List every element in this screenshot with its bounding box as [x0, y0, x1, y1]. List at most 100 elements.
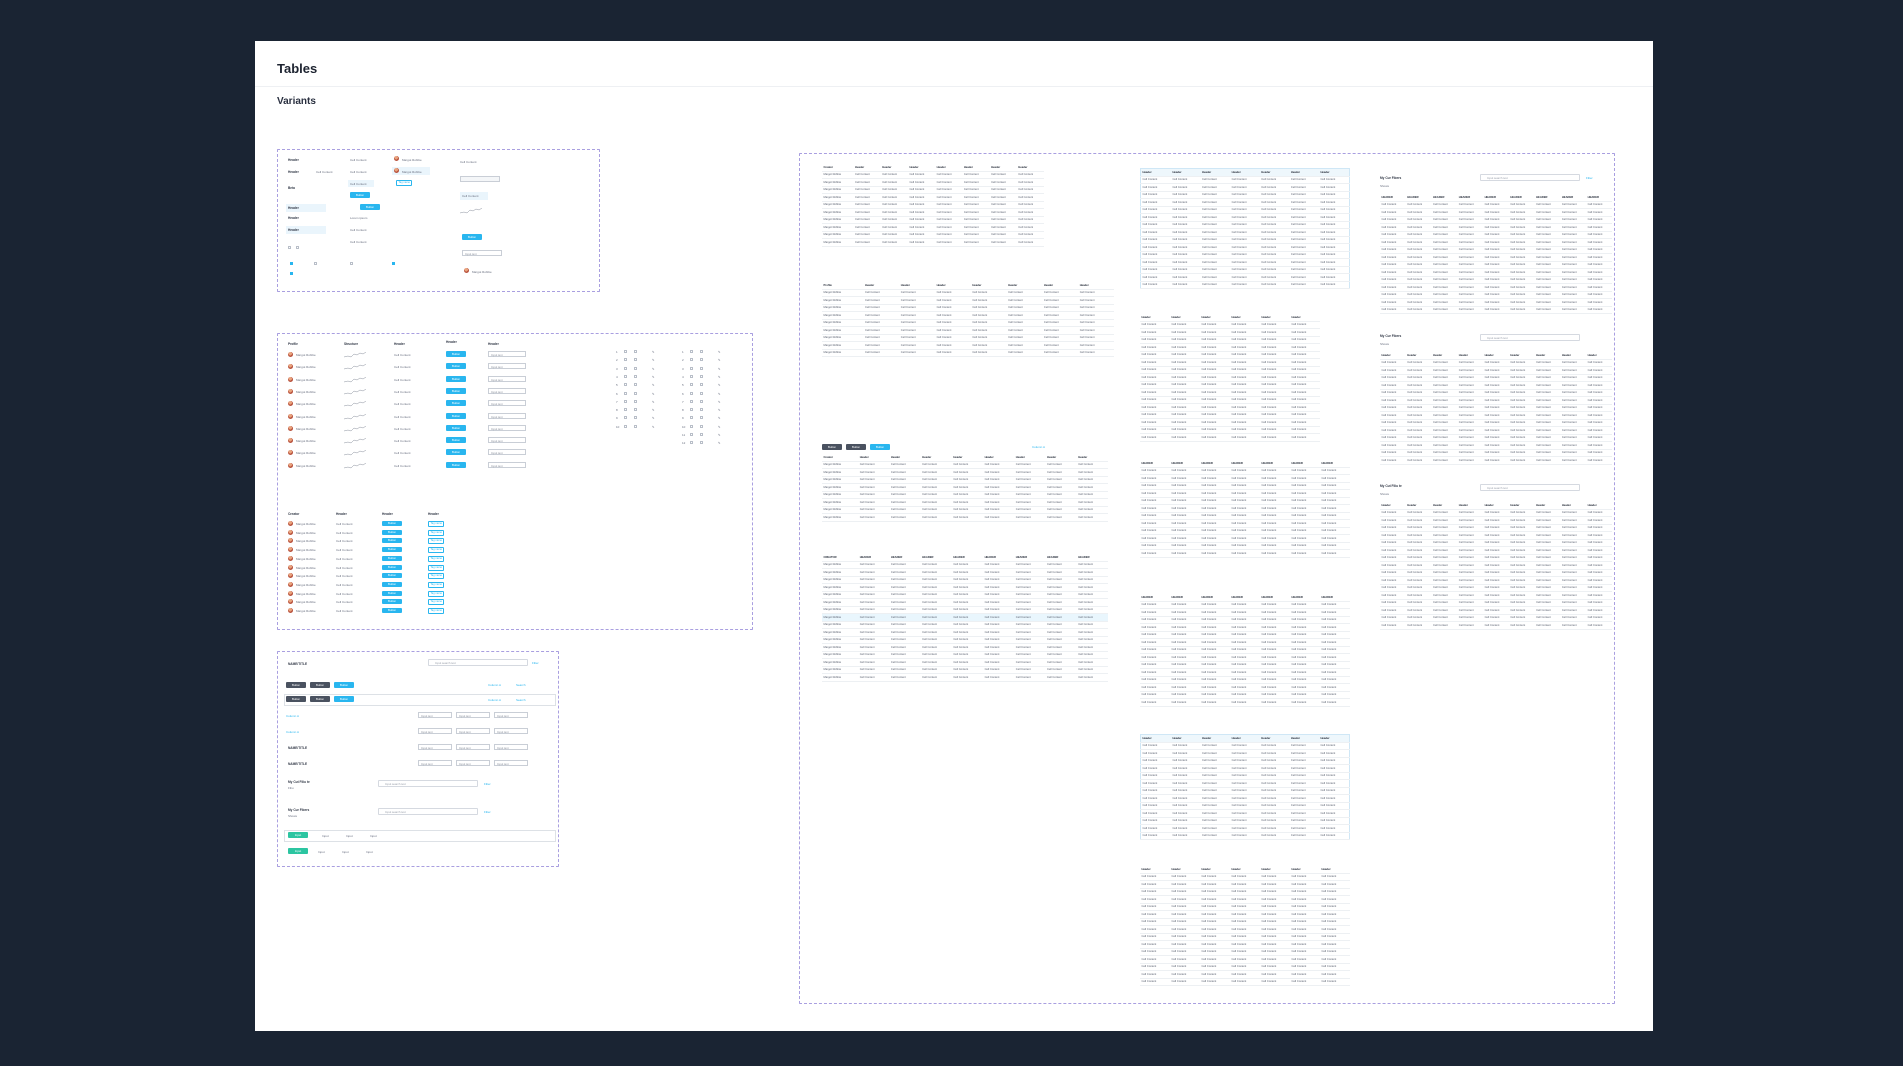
table-row[interactable]: Cell Content Cell Content Cell Content Cell…	[1140, 221, 1350, 229]
table-row[interactable]: Margot Robbie Cell Content Cell Content Cel…	[822, 289, 1114, 297]
table-row[interactable]: Cell Content Cell Content Cell Content Cell…	[1140, 918, 1350, 926]
edit-icon[interactable]: ✎	[718, 375, 721, 379]
table-row[interactable]: Cell Content Cell Content Cell Content Cell…	[1140, 764, 1350, 773]
table-row[interactable]: Cell Content Cell Content Cell Content Cell…	[1380, 509, 1612, 517]
column-header[interactable]: HEADER	[1200, 594, 1230, 602]
table-row[interactable]: Cell Content Cell Content Cell Content Cell…	[1140, 749, 1350, 758]
table-row[interactable]: Margot Robbie Cell Content Cell Content Cel…	[822, 304, 1114, 312]
column-header[interactable]: Header	[1045, 454, 1077, 462]
table-row[interactable]: Cell Content Cell Content Cell Content Cell…	[1140, 691, 1350, 699]
checkbox-icon[interactable]	[690, 374, 693, 378]
column-header[interactable]: HEADER	[1483, 194, 1509, 202]
table-row[interactable]: Cell Content Cell Content Cell Content Cell…	[1140, 653, 1350, 662]
column-header[interactable]: Header	[1170, 314, 1200, 322]
search-filter-link[interactable]: Search	[516, 698, 526, 702]
table-row[interactable]: Margot Robbie Cell Content Cell Content Cel…	[822, 296, 1114, 305]
column-header[interactable]: Header	[1170, 734, 1201, 743]
table-row[interactable]: Margot Robbie Cell Content Cell Content Cel…	[822, 223, 1044, 232]
input-field[interactable]: Input text	[488, 412, 526, 419]
checkbox-icon[interactable]	[296, 246, 299, 249]
input-field[interactable]: Input text	[488, 387, 526, 394]
checkbox-icon[interactable]	[690, 424, 693, 428]
checkbox-icon[interactable]	[634, 366, 637, 370]
table-row[interactable]: Cell Content Cell Content Cell Content Cell…	[1380, 238, 1612, 247]
table-row[interactable]: Cell Content Cell Content Cell Content Cell…	[1140, 381, 1320, 389]
table-row[interactable]: Margot Robbie Cell Content Cell Content Cel…	[822, 606, 1108, 614]
table-row[interactable]: Cell Content Cell Content Cell Content Cell…	[1380, 569, 1612, 577]
table-row[interactable]: Margot Robbie Cell Content Cell Content Cel…	[822, 349, 1114, 357]
table-row[interactable]: Cell Content Cell Content Cell Content Cell…	[1140, 213, 1350, 222]
table-row[interactable]: Cell Content Cell Content Cell Content Cell…	[1140, 638, 1350, 647]
column-header[interactable]: Profile	[822, 282, 864, 290]
column-header[interactable]: HEADER	[1431, 194, 1458, 202]
edit-icon[interactable]: ✎	[718, 416, 721, 420]
table-row[interactable]: Cell Content Cell Content Cell Content Cell…	[1140, 482, 1350, 490]
tag-badge[interactable]: Tag name	[428, 538, 445, 545]
table-row[interactable]: Margot Robbie Cell Content Cell Content Cel…	[822, 468, 1108, 477]
table-row[interactable]: Cell Content Cell Content Cell Content Cell…	[1380, 606, 1612, 615]
search-input[interactable]: Input search text	[378, 780, 478, 787]
table-row[interactable]: Cell Content Cell Content Cell Content Cell…	[1140, 504, 1350, 513]
button[interactable]: Button	[382, 573, 402, 579]
table-row[interactable]: Cell Content Cell Content Cell Content Cell…	[1140, 251, 1350, 259]
table-row[interactable]: Cell Content Cell Content Cell Content Cell…	[1140, 832, 1350, 840]
button[interactable]: Button	[350, 192, 370, 198]
column-header[interactable]: HEADER	[1140, 460, 1170, 468]
button[interactable]: Button	[446, 387, 466, 394]
checkbox-icon[interactable]	[690, 416, 693, 420]
table-row[interactable]: Cell Content Cell Content Cell Content Cell…	[1380, 516, 1612, 525]
table-row[interactable]: Cell Content Cell Content Cell Content Cell…	[1140, 601, 1350, 609]
table-row[interactable]: Cell Content Cell Content Cell Content Cell…	[1140, 970, 1350, 979]
column-header[interactable]: Header	[1560, 352, 1587, 360]
tag-badge[interactable]: Tag name	[428, 573, 445, 580]
column-header[interactable]: Header	[889, 454, 921, 462]
column-header[interactable]: Header	[1200, 866, 1230, 874]
table-row[interactable]: Cell Content Cell Content Cell Content Cell…	[1140, 183, 1350, 192]
input-field[interactable]: Input text	[494, 728, 528, 734]
table-row[interactable]: Margot Robbie Cell Content Cell Content Cel…	[822, 628, 1108, 637]
checkbox-icon[interactable]	[690, 433, 693, 436]
column-header[interactable]: Header	[1140, 314, 1170, 322]
checkbox-icon[interactable]	[690, 383, 693, 387]
input-field-disabled[interactable]	[460, 176, 500, 182]
checkbox-icon[interactable]	[624, 350, 627, 353]
table-row[interactable]: Cell Content Cell Content Cell Content Cell…	[1140, 549, 1350, 558]
table-row[interactable]: Cell Content Cell Content Cell Content Cell…	[1140, 646, 1350, 654]
edit-icon[interactable]: ✎	[718, 400, 721, 404]
table-row[interactable]: Cell Content Cell Content Cell Content Cell…	[1140, 527, 1350, 535]
table-row[interactable]: Margot Robbie Cell Content Cell Content Cel…	[822, 201, 1044, 209]
table-row[interactable]: Cell Content Cell Content Cell Content Cell…	[1380, 554, 1612, 562]
table-row[interactable]: Margot Robbie Cell Content Cell Content Cel…	[822, 568, 1108, 577]
table-row[interactable]: Cell Content Cell Content Cell Content Cell…	[1140, 258, 1350, 267]
column-header[interactable]: HEADER	[1290, 460, 1320, 468]
checkbox-icon[interactable]	[624, 374, 627, 378]
edit-icon[interactable]: ✎	[718, 433, 721, 437]
table-row[interactable]: Cell Content Cell Content Cell Content Cell…	[1140, 426, 1320, 434]
table-row[interactable]: Cell Content Cell Content Cell Content Cell…	[1140, 698, 1350, 707]
table-row[interactable]: Cell Content Cell Content Cell Content Cell…	[1380, 291, 1612, 299]
table-row[interactable]: Cell Content Cell Content Cell Content Cell…	[1380, 546, 1612, 555]
input-field[interactable]: Input text	[494, 744, 528, 750]
input-field[interactable]: Input text	[456, 744, 490, 750]
column-header[interactable]: Header	[1289, 734, 1319, 743]
column-header[interactable]: Header	[880, 164, 908, 172]
table-row[interactable]: Cell Content Cell Content Cell Content Cell…	[1380, 201, 1612, 209]
search-input[interactable]: Input search text	[378, 808, 478, 815]
edit-icon[interactable]: ✎	[652, 392, 655, 396]
table-row[interactable]: Cell Content Cell Content Cell Content Cell…	[1140, 683, 1350, 692]
column-header[interactable]: HEADER	[1534, 194, 1561, 202]
column-header[interactable]: HEADER	[889, 554, 921, 562]
checkbox-icon[interactable]	[350, 262, 353, 265]
table-row[interactable]: Margot Robbie Cell Content Cell Content Cel…	[822, 673, 1108, 682]
column-header[interactable]: Header	[935, 164, 963, 172]
filter-link[interactable]: Filter	[484, 782, 491, 786]
search-input[interactable]: Input search text	[1480, 484, 1580, 491]
button[interactable]: Button	[446, 461, 466, 468]
checkbox-icon[interactable]	[700, 408, 703, 412]
column-header[interactable]: Header	[1260, 866, 1290, 874]
table-row[interactable]: Margot Robbie Cell Content Cell Content Cel…	[822, 483, 1108, 492]
column-header[interactable]: Header	[1431, 352, 1458, 360]
column-header[interactable]: Header	[1140, 168, 1171, 177]
tab-item[interactable]: Input	[322, 834, 329, 838]
toolbar-button[interactable]: Button	[846, 444, 866, 450]
